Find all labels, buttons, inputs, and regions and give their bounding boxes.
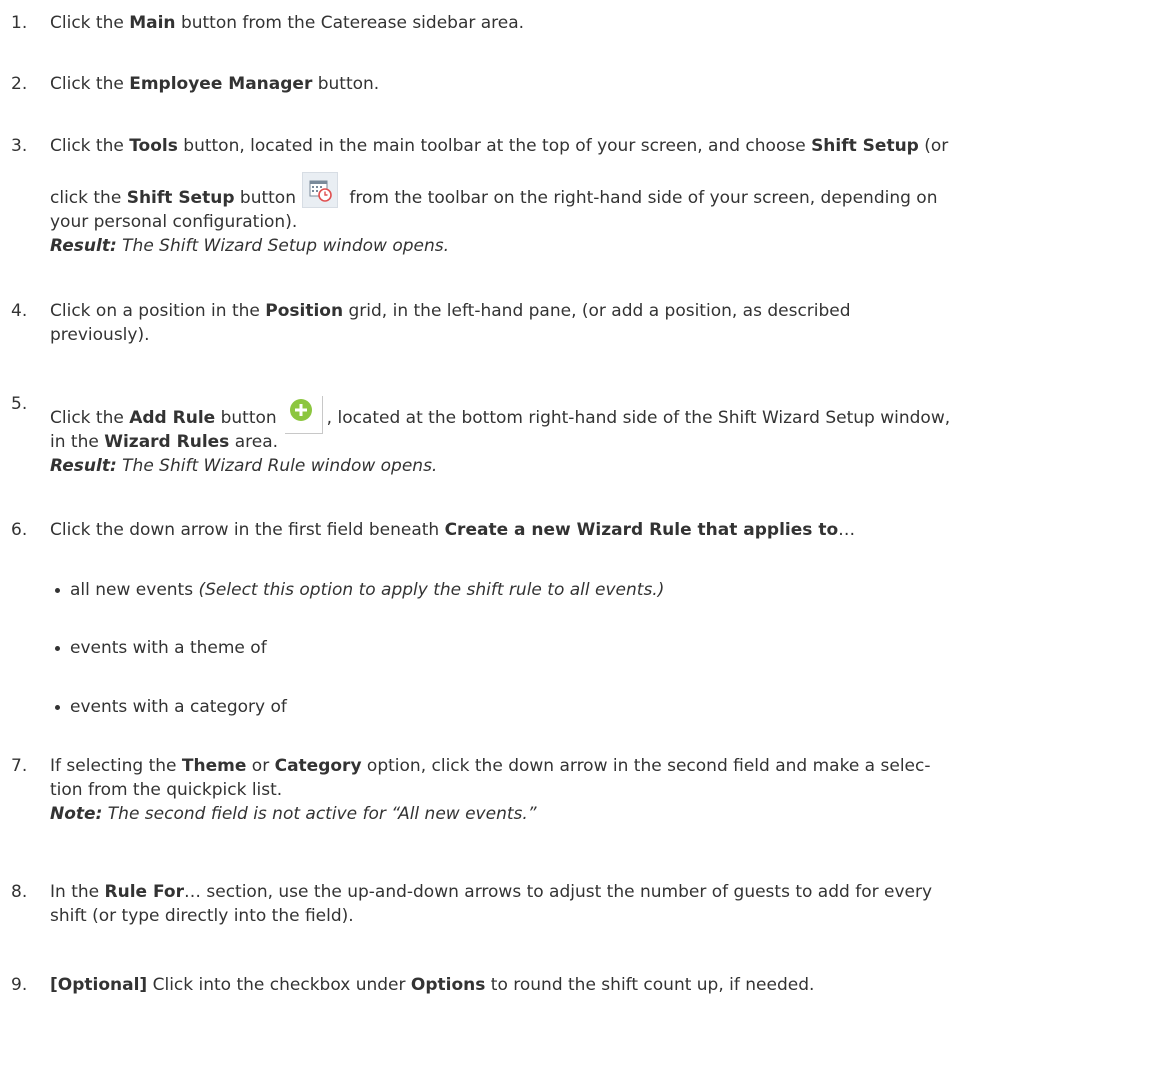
step-text: button, located in the main toolbar at t… <box>177 136 812 156</box>
step-text: Click the <box>50 136 130 156</box>
step-text: to round the shift count up, if needed. <box>485 975 815 995</box>
step-number: 3. <box>11 136 28 156</box>
step-number: 9. <box>11 975 28 995</box>
option-all-new-events: all new events (Select this option to ap… <box>55 578 665 602</box>
step-text: button <box>234 188 296 208</box>
step-text: , located at the bottom right-hand side … <box>326 408 951 428</box>
step-text: Click the <box>50 13 130 33</box>
step-text: … <box>838 520 856 540</box>
step-text: shift (or type directly into the field). <box>50 906 354 926</box>
bullet-text: events with a category of <box>70 697 287 717</box>
step-text: Click into the checkbox under <box>147 975 411 995</box>
optional-tag: [Optional] <box>50 975 148 995</box>
step-bold-term: Theme <box>181 756 247 776</box>
result-label: Result: <box>50 236 117 256</box>
step-text: click the <box>50 188 127 208</box>
option-category: events with a category of <box>55 695 287 719</box>
step-text: previously). <box>50 325 150 345</box>
step-bold-term: Create a new Wizard Rule that applies to <box>444 520 839 540</box>
bullet-text: all new events <box>70 580 199 600</box>
step-text: Click the <box>50 74 130 94</box>
step-text: Click the down arrow in the first field … <box>50 520 445 540</box>
note-line: Note: The second field is not active for… <box>50 802 1168 826</box>
step-number: 8. <box>11 882 28 902</box>
step-bold-term: Shift Setup <box>811 136 919 156</box>
bullet-icon <box>55 646 60 651</box>
step-text: your personal configuration). <box>50 212 298 232</box>
step-bold-term: Add Rule <box>129 408 216 428</box>
note-text: The second field is not active for “All … <box>102 804 537 824</box>
step-text: … section, use the up-and-down arrows to… <box>183 882 933 902</box>
step-text: Click the <box>50 408 130 428</box>
step-text: Click on a position in the <box>50 301 266 321</box>
step-bold-term: Employee Manager <box>129 74 313 94</box>
step-text: area. <box>229 432 279 452</box>
step-text: or <box>246 756 275 776</box>
green-plus-circle-icon <box>284 396 323 434</box>
step-text: If selecting the <box>50 756 182 776</box>
instructions-page: 1. Click the Main button from the Catere… <box>0 0 1170 1080</box>
bullet-note: (Select this option to apply the shift r… <box>198 580 665 600</box>
calendar-clock-icon <box>301 172 338 208</box>
bullet-icon <box>55 705 60 710</box>
step-bold-term: Wizard Rules <box>104 432 230 452</box>
step-bold-term: Tools <box>129 136 178 156</box>
step-bold-term: Rule For <box>104 882 184 902</box>
step-text: grid, in the left-hand pane, (or add a p… <box>343 301 851 321</box>
step-text: from the toolbar on the right-hand side … <box>343 188 938 208</box>
step-number: 5. <box>11 394 28 414</box>
step-text: In the <box>50 882 105 902</box>
step-number: 1. <box>11 13 28 33</box>
note-label: Note: <box>50 804 103 824</box>
step-bold-term: Category <box>274 756 362 776</box>
step-text: in the <box>50 432 105 452</box>
step-number: 6. <box>11 520 28 540</box>
result-line: Result: The Shift Wizard Setup window op… <box>50 234 1168 258</box>
step-bold-term: Options <box>410 975 486 995</box>
option-theme: events with a theme of <box>55 636 267 660</box>
step-bold-term: Position <box>265 301 344 321</box>
step-text: button from the Caterease sidebar area. <box>175 13 525 33</box>
result-text: The Shift Wizard Rule window opens. <box>116 456 438 476</box>
step-number: 7. <box>11 756 28 776</box>
result-line: Result: The Shift Wizard Rule window ope… <box>50 454 1168 478</box>
bullet-icon <box>55 588 60 593</box>
step-text: option, click the down arrow in the seco… <box>361 756 931 776</box>
step-text: (or <box>918 136 949 156</box>
step-text: button <box>215 408 277 428</box>
step-bold-term: Main <box>129 13 176 33</box>
step-number: 4. <box>11 301 28 321</box>
step-text: button. <box>312 74 380 94</box>
result-text: The Shift Wizard Setup window opens. <box>116 236 450 256</box>
result-label: Result: <box>50 456 117 476</box>
step-number: 2. <box>11 74 28 94</box>
bullet-text: events with a theme of <box>70 638 267 658</box>
step-text: tion from the quickpick list. <box>50 780 283 800</box>
step-bold-term: Shift Setup <box>126 188 235 208</box>
